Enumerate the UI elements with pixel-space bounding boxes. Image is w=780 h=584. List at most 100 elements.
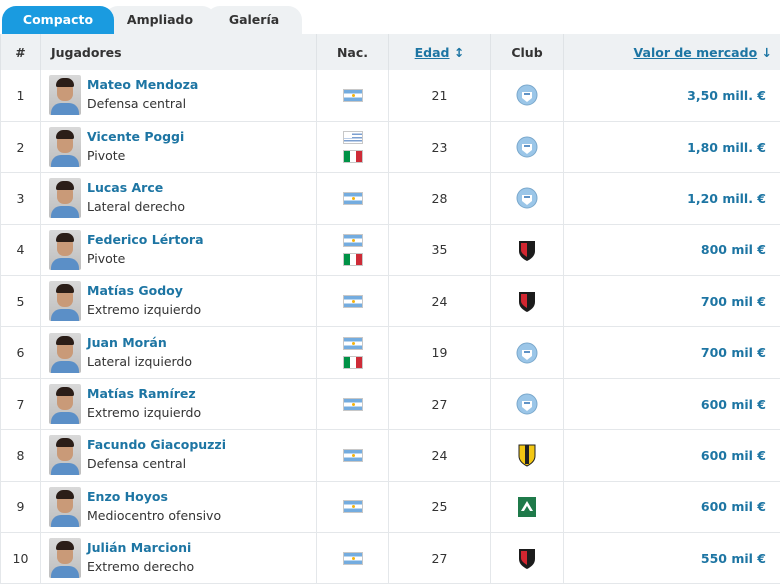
market-value-link[interactable]: 600 mil € [563, 429, 780, 482]
club-crest-lightblue[interactable] [491, 135, 563, 159]
player-position: Pivote [87, 148, 126, 164]
table-row: 7 Matías Ramírez Extremo izquierdo 27 60… [0, 378, 780, 430]
market-value-link[interactable]: 600 mil € [563, 378, 780, 430]
club-crest-lightblue[interactable] [491, 83, 563, 107]
player-age: 23 [388, 121, 491, 173]
player-photo[interactable] [49, 435, 81, 476]
market-value-link[interactable]: 1,20 mill. € [563, 172, 780, 225]
player-cell: Vicente Poggi Pivote [40, 121, 317, 173]
row-number: 6 [0, 326, 41, 379]
market-value-link[interactable]: 1,80 mill. € [563, 121, 780, 173]
market-value-sort-link[interactable]: Valor de mercado [634, 45, 758, 60]
argentina-flag [342, 448, 363, 462]
player-name-link[interactable]: Matías Godoy [87, 282, 201, 300]
table-row: 2 Vicente Poggi Pivote 23 1,80 mill. € [0, 121, 780, 173]
market-value-link[interactable]: 550 mil € [563, 532, 780, 584]
tab-galeria[interactable]: Galería [206, 6, 302, 34]
club-cell [490, 481, 564, 533]
club-crest-green-white[interactable] [491, 495, 563, 519]
player-cell: Matías Godoy Extremo izquierdo [40, 275, 317, 327]
tab-ampliado[interactable]: Ampliado [104, 6, 216, 34]
club-crest-lightblue[interactable] [491, 392, 563, 416]
uruguay-flag [342, 131, 363, 145]
club-cell [490, 224, 564, 276]
market-value-link[interactable]: 800 mil € [563, 224, 780, 276]
player-photo[interactable] [49, 332, 81, 373]
club-crest-red-black[interactable] [491, 238, 563, 262]
argentina-flag [342, 336, 363, 350]
club-crest-lightblue[interactable] [491, 341, 563, 365]
nationality-cell [316, 224, 389, 276]
player-cell: Federico Lértora Pivote [40, 224, 317, 276]
table-header: # Jugadores Nac. Edad ↕ Club Valor de me… [0, 34, 780, 70]
market-value-link[interactable]: 700 mil € [563, 326, 780, 379]
market-value-link[interactable]: 3,50 mill. € [563, 70, 780, 122]
player-position: Extremo izquierdo [87, 302, 202, 318]
table-row: 8 Facundo Giacopuzzi Defensa central 24 … [0, 429, 780, 482]
player-age: 28 [388, 172, 491, 225]
age-sort-link[interactable]: Edad [415, 45, 450, 60]
column-club: Club [490, 34, 564, 70]
player-position: Lateral derecho [87, 199, 186, 215]
table-row: 4 Federico Lértora Pivote 35 800 mil € [0, 224, 780, 276]
market-value-link[interactable]: 700 mil € [563, 275, 780, 327]
tab-compacto[interactable]: Compacto [2, 6, 114, 34]
row-number: 8 [0, 429, 41, 482]
player-age: 35 [388, 224, 491, 276]
player-name-link[interactable]: Vicente Poggi [87, 128, 184, 146]
player-name-link[interactable]: Matías Ramírez [87, 385, 201, 403]
argentina-flag [342, 551, 363, 565]
player-name-link[interactable]: Mateo Mendoza [87, 76, 198, 94]
club-crest-red-black[interactable] [491, 289, 563, 313]
player-age: 24 [388, 275, 491, 327]
player-photo[interactable] [49, 229, 81, 270]
argentina-flag [342, 233, 363, 247]
player-photo[interactable] [49, 384, 81, 425]
players-table: # Jugadores Nac. Edad ↕ Club Valor de me… [0, 34, 780, 584]
sort-down-icon: ↓ [761, 44, 772, 60]
player-photo[interactable] [49, 281, 81, 322]
player-photo[interactable] [49, 127, 81, 168]
argentina-flag [342, 500, 363, 514]
club-crest-lightblue[interactable] [491, 186, 563, 210]
player-cell: Facundo Giacopuzzi Defensa central [40, 429, 317, 482]
player-position: Defensa central [87, 456, 187, 472]
column-age[interactable]: Edad ↕ [388, 34, 491, 70]
player-name-link[interactable]: Enzo Hoyos [87, 488, 221, 506]
column-players: Jugadores [40, 34, 317, 70]
club-cell [490, 429, 564, 482]
table-row: 10 Julián Marcioni Extremo derecho 27 55… [0, 532, 780, 584]
player-name-link[interactable]: Julián Marcioni [87, 539, 194, 557]
italy-flag [342, 355, 363, 369]
table-row: 9 Enzo Hoyos Mediocentro ofensivo 25 600… [0, 481, 780, 533]
table-row: 1 Mateo Mendoza Defensa central 21 3,50 … [0, 70, 780, 122]
club-cell [490, 172, 564, 225]
player-name-link[interactable]: Facundo Giacopuzzi [87, 436, 226, 454]
nationality-cell [316, 326, 389, 379]
club-cell [490, 70, 564, 122]
nationality-cell [316, 532, 389, 584]
club-crest-red-black[interactable] [491, 546, 563, 570]
nationality-cell [316, 121, 389, 173]
player-age: 25 [388, 481, 491, 533]
row-number: 7 [0, 378, 41, 430]
player-name-link[interactable]: Lucas Arce [87, 179, 185, 197]
table-row: 5 Matías Godoy Extremo izquierdo 24 700 … [0, 275, 780, 327]
row-number: 3 [0, 172, 41, 225]
player-photo[interactable] [49, 75, 81, 116]
player-cell: Enzo Hoyos Mediocentro ofensivo [40, 481, 317, 533]
player-photo[interactable] [49, 178, 81, 219]
player-name-link[interactable]: Juan Morán [87, 334, 192, 352]
player-cell: Lucas Arce Lateral derecho [40, 172, 317, 225]
club-crest-yellow-black[interactable] [491, 443, 563, 467]
market-value-link[interactable]: 600 mil € [563, 481, 780, 533]
player-name-link[interactable]: Federico Lértora [87, 231, 204, 249]
argentina-flag [342, 397, 363, 411]
player-position: Lateral izquierdo [87, 353, 193, 369]
row-number: 2 [0, 121, 41, 173]
club-cell [490, 275, 564, 327]
column-market-value[interactable]: Valor de mercado ↓ [563, 34, 780, 70]
player-photo[interactable] [49, 538, 81, 579]
player-photo[interactable] [49, 486, 81, 527]
player-age: 27 [388, 378, 491, 430]
